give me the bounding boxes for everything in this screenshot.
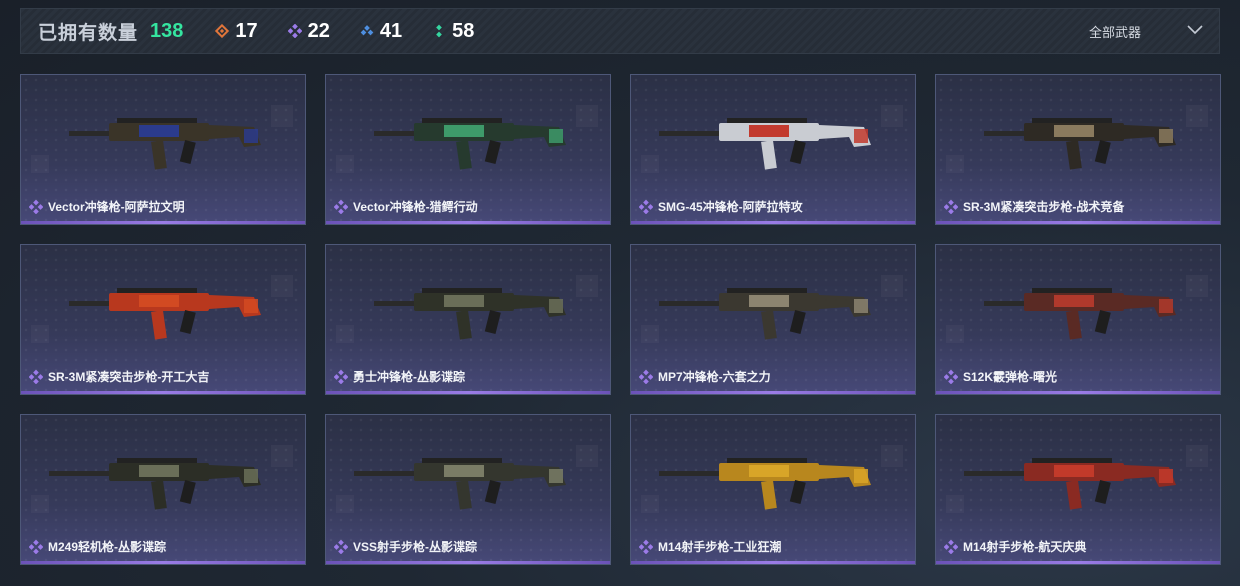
chevron-down-icon [1187,22,1203,40]
weapon-skin-name: SR-3M紧凑突击步枪-开工大吉 [48,370,210,384]
weapon-skin-name: VSS射手步枪-丛影谍踪 [353,540,478,554]
weapon-image [964,458,1176,510]
weapon-skin-name: S12K霰弹枪-曙光 [963,370,1058,384]
weapon-skin-card[interactable]: SR-3M紧凑突击步枪-开工大吉 [20,244,306,395]
weapon-skin-name: M14射手步枪-工业狂潮 [658,540,782,554]
weapon-skin-card[interactable]: SMG-45冲锋枪-阿萨拉特攻 [630,74,916,225]
rarity-count-orange: 17 [215,19,258,43]
weapon-skin-card[interactable]: SR-3M紧凑突击步枪-战术竞备 [935,74,1221,225]
weapon-skin-card[interactable]: Vector冲锋枪-猎鳄行动 [325,74,611,225]
rarity-count-purple: 22 [287,19,330,43]
card-footer: Vector冲锋枪-猎鳄行动 [334,198,478,215]
weapon-filter-dropdown[interactable]: 全部武器 [1089,9,1203,53]
weapon-skin-card[interactable]: VSS射手步枪-丛影谍踪 [325,414,611,565]
weapon-skin-card[interactable]: MP7冲锋枪-六套之力 [630,244,916,395]
purple-diamond-icon [287,23,302,39]
weapon-image [984,288,1176,340]
card-footer: SMG-45冲锋枪-阿萨拉特攻 [639,198,803,215]
rarity-count: 41 [379,19,403,42]
weapon-skin-name: SR-3M紧凑突击步枪-战术竞备 [963,200,1125,214]
weapon-image [659,288,871,340]
purple-diamond-icon [944,369,958,384]
card-footer: Vector冲锋枪-阿萨拉文明 [29,198,185,215]
weapon-skin-card[interactable]: M14射手步枪-航天庆典 [935,414,1221,565]
card-footer: M249轻机枪-丛影谍踪 [29,538,166,555]
weapon-skin-card[interactable]: S12K霰弹枪-曙光 [935,244,1221,395]
weapon-image [374,118,566,170]
orange-diamond-icon [215,23,230,39]
purple-diamond-icon [334,199,348,214]
weapon-image [354,458,566,510]
purple-diamond-icon [29,539,43,554]
purple-diamond-icon [334,539,348,554]
purple-diamond-icon [944,539,958,554]
green-dots-icon [432,24,446,38]
rarity-count: 22 [307,19,330,42]
weapon-image [659,458,871,510]
weapon-skin-card[interactable]: Vector冲锋枪-阿萨拉文明 [20,74,306,225]
weapon-skin-name: M14射手步枪-航天庆典 [963,540,1087,554]
card-footer: S12K霰弹枪-曙光 [944,368,1057,385]
weapon-skin-name: 勇士冲锋枪-丛影谍踪 [353,370,465,384]
rarity-count: 58 [452,19,475,42]
purple-diamond-icon [639,369,653,384]
inventory-header: 已拥有数量 138 17 22 41 58 全部武器 [20,8,1220,54]
card-footer: M14射手步枪-航天庆典 [944,538,1086,555]
owned-count: 138 [150,19,184,42]
purple-diamond-icon [29,199,43,214]
weapon-skin-name: SMG-45冲锋枪-阿萨拉特攻 [658,200,803,214]
weapon-image [984,118,1176,170]
rarity-count: 17 [235,19,258,42]
rarity-count-blue: 41 [360,20,402,43]
weapon-skin-name: MP7冲锋枪-六套之力 [658,370,771,384]
weapon-skin-name: Vector冲锋枪-阿萨拉文明 [48,200,185,214]
weapon-filter-label: 全部武器 [1088,24,1141,40]
weapon-skin-card[interactable]: M249轻机枪-丛影谍踪 [20,414,306,565]
card-footer: M14射手步枪-工业狂潮 [639,538,781,555]
weapon-skin-card[interactable]: 勇士冲锋枪-丛影谍踪 [325,244,611,395]
weapon-skin-card[interactable]: M14射手步枪-工业狂潮 [630,414,916,565]
weapon-image [69,118,261,170]
weapon-image [49,458,261,510]
card-footer: 勇士冲锋枪-丛影谍踪 [334,368,465,385]
card-footer: SR-3M紧凑突击步枪-开工大吉 [29,368,209,385]
owned-label: 已拥有数量 [38,22,139,44]
purple-diamond-icon [334,369,348,384]
card-footer: SR-3M紧凑突击步枪-战术竞备 [944,198,1124,215]
blue-diamond-icon [360,24,374,38]
purple-diamond-icon [639,539,653,554]
card-footer: MP7冲锋枪-六套之力 [639,368,771,385]
weapon-image [374,288,566,340]
weapon-image [659,118,871,170]
card-footer: VSS射手步枪-丛影谍踪 [334,538,477,555]
weapon-skin-name: Vector冲锋枪-猎鳄行动 [353,200,478,214]
purple-diamond-icon [639,199,653,214]
purple-diamond-icon [944,199,958,214]
purple-diamond-icon [29,369,43,384]
weapon-skin-name: M249轻机枪-丛影谍踪 [48,540,167,554]
weapon-image [69,288,261,340]
rarity-count-green: 58 [432,20,474,43]
